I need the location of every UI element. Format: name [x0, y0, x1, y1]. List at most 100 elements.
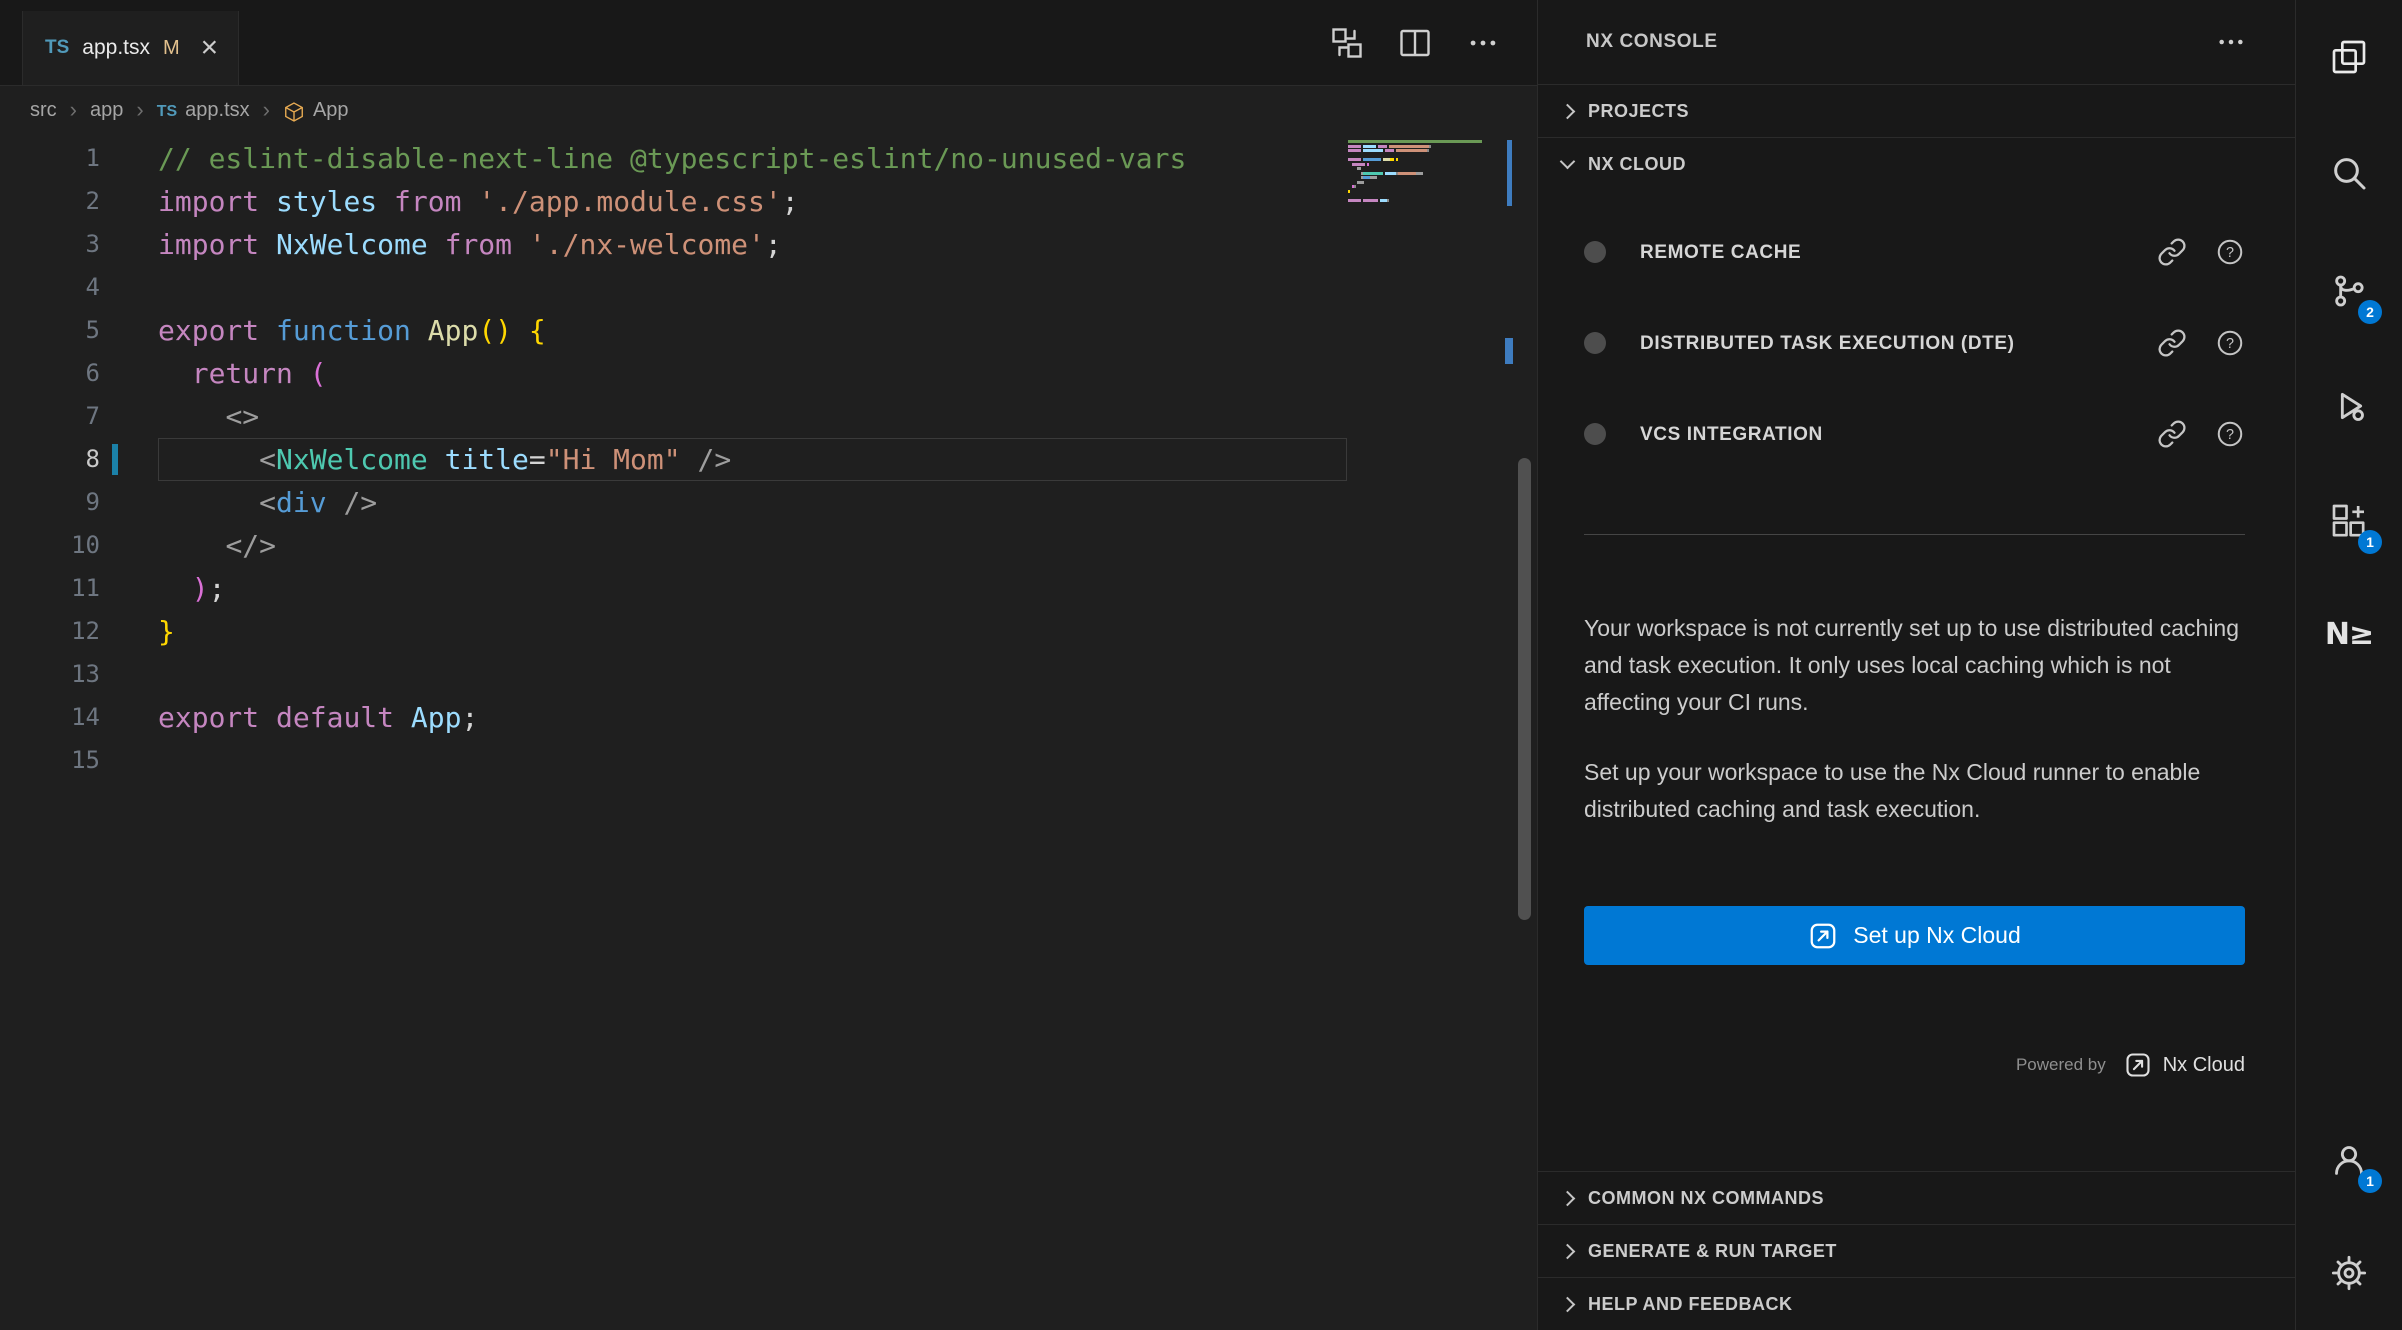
code-line-11[interactable]: );: [158, 567, 1347, 610]
code-line-14[interactable]: export default App;: [158, 696, 1347, 739]
code-lines: // eslint-disable-next-line @typescript-…: [158, 137, 1347, 782]
section-nx-cloud[interactable]: NX CLOUD: [1538, 137, 2295, 190]
line-number-1[interactable]: 1: [0, 137, 100, 180]
search-icon[interactable]: [2319, 143, 2379, 203]
status-dot-icon: [1584, 241, 1606, 263]
code-line-12[interactable]: }: [158, 610, 1347, 653]
setup-suggestion-text: Set up your workspace to use the Nx Clou…: [1584, 754, 2245, 828]
nx-console-icon[interactable]: N≥: [2319, 604, 2379, 664]
breadcrumb-app[interactable]: app: [90, 99, 123, 122]
svg-text:?: ?: [2226, 427, 2234, 443]
open-changes-icon[interactable]: [1327, 23, 1367, 63]
breadcrumb-separator: ›: [70, 97, 77, 123]
split-editor-icon[interactable]: [1395, 23, 1435, 63]
breadcrumb-src[interactable]: src: [30, 99, 57, 122]
editor-more-actions-icon[interactable]: [1463, 23, 1503, 63]
help-question-icon[interactable]: ?: [2215, 419, 2245, 449]
line-number-11[interactable]: 11: [0, 567, 100, 610]
nx-cloud-content: REMOTE CACHE ?: [1538, 190, 2295, 1079]
section-common-nx-commands[interactable]: COMMON NX COMMANDS: [1538, 1171, 2295, 1224]
code-line-15[interactable]: [158, 739, 1347, 782]
code-line-2[interactable]: import styles from './app.module.css';: [158, 180, 1347, 223]
code-line-13[interactable]: [158, 653, 1347, 696]
overview-ruler-cursor-mark: [1505, 338, 1513, 364]
editor-scrollbar[interactable]: [1518, 458, 1531, 920]
code-line-9[interactable]: <div />: [158, 481, 1347, 524]
typescript-file-icon: TS: [45, 37, 69, 59]
line-number-10[interactable]: 10: [0, 524, 100, 567]
line-number-15[interactable]: 15: [0, 739, 100, 782]
feature-remote-cache: REMOTE CACHE ?: [1584, 216, 2245, 288]
source-control-icon[interactable]: 2: [2319, 261, 2379, 321]
code-line-10[interactable]: </>: [158, 524, 1347, 567]
code-line-3[interactable]: import NxWelcome from './nx-welcome';: [158, 223, 1347, 266]
powered-by-row: Powered by Nx Cloud: [1584, 1051, 2245, 1079]
code-line-5[interactable]: export function App() {: [158, 309, 1347, 352]
chevron-right-icon: [1560, 103, 1576, 119]
bottom-sections: COMMON NX COMMANDS GENERATE & RUN TARGET…: [1538, 1171, 2295, 1330]
status-dot-icon: [1584, 332, 1606, 354]
symbol-cube-icon: [283, 101, 305, 123]
code-line-8[interactable]: <NxWelcome title="Hi Mom" />: [158, 438, 1347, 481]
section-label: PROJECTS: [1588, 101, 1689, 122]
nx-cloud-logo-icon: [2124, 1051, 2152, 1079]
close-tab-icon[interactable]: ×: [201, 33, 219, 63]
minimap[interactable]: [1348, 140, 1508, 208]
run-debug-icon[interactable]: [2319, 376, 2379, 436]
line-number-6[interactable]: 6: [0, 352, 100, 395]
line-number-5[interactable]: 5: [0, 309, 100, 352]
settings-gear-icon[interactable]: [2319, 1243, 2379, 1303]
setup-nx-cloud-button[interactable]: Set up Nx Cloud: [1584, 906, 2245, 965]
typescript-file-icon: TS: [157, 103, 177, 121]
connect-link-icon[interactable]: [2157, 237, 2187, 267]
section-label: COMMON NX COMMANDS: [1588, 1188, 1824, 1209]
section-label: GENERATE & RUN TARGET: [1588, 1241, 1837, 1262]
code-line-7[interactable]: <>: [158, 395, 1347, 438]
breadcrumb-symbol-app[interactable]: App: [313, 99, 349, 122]
connect-link-icon[interactable]: [2157, 328, 2187, 358]
help-question-icon[interactable]: ?: [2215, 237, 2245, 267]
setup-button-label: Set up Nx Cloud: [1853, 922, 2020, 949]
line-number-2[interactable]: 2: [0, 180, 100, 223]
chevron-right-icon: [1560, 1296, 1576, 1312]
feature-label: REMOTE CACHE: [1640, 234, 1801, 271]
breadcrumb-separator: ›: [136, 97, 143, 123]
feature-vcs-integration: VCS INTEGRATION ?: [1584, 398, 2245, 470]
panel-more-actions-icon[interactable]: [2215, 26, 2247, 58]
editor-area: TS app.tsx M ×: [0, 0, 1537, 1330]
section-projects[interactable]: PROJECTS: [1538, 84, 2295, 137]
line-number-12[interactable]: 12: [0, 610, 100, 653]
line-number-9[interactable]: 9: [0, 481, 100, 524]
line-number-8[interactable]: 8: [0, 438, 100, 481]
breadcrumb-file[interactable]: app.tsx: [185, 99, 249, 122]
workspace-status-text: Your workspace is not currently set up t…: [1584, 610, 2245, 721]
extensions-icon[interactable]: 1: [2319, 491, 2379, 551]
section-help-and-feedback[interactable]: HELP AND FEEDBACK: [1538, 1277, 2295, 1330]
brand-name: Nx Cloud: [2163, 1054, 2245, 1077]
editor-toolbar: [1327, 0, 1503, 86]
code-line-6[interactable]: return (: [158, 352, 1347, 395]
code-line-1[interactable]: // eslint-disable-next-line @typescript-…: [158, 137, 1347, 180]
breadcrumb: src › app › TS app.tsx › App: [0, 86, 1537, 134]
source-control-badge: 2: [2358, 300, 2382, 324]
account-icon[interactable]: 1: [2319, 1130, 2379, 1190]
code-line-4[interactable]: [158, 266, 1347, 309]
line-number-4[interactable]: 4: [0, 266, 100, 309]
line-number-3[interactable]: 3: [0, 223, 100, 266]
status-dot-icon: [1584, 423, 1606, 445]
svg-text:?: ?: [2226, 245, 2234, 261]
help-question-icon[interactable]: ?: [2215, 328, 2245, 358]
explorer-icon[interactable]: [2319, 27, 2379, 87]
line-number-14[interactable]: 14: [0, 696, 100, 739]
connect-link-icon[interactable]: [2157, 419, 2187, 449]
line-number-7[interactable]: 7: [0, 395, 100, 438]
vscode-window: TS app.tsx M ×: [0, 0, 2402, 1330]
line-number-13[interactable]: 13: [0, 653, 100, 696]
nx-cloud-brand[interactable]: Nx Cloud: [2124, 1051, 2245, 1079]
tab-app-tsx[interactable]: TS app.tsx M ×: [22, 11, 239, 85]
feature-dte: DISTRIBUTED TASK EXECUTION (DTE) ?: [1584, 288, 2245, 398]
feature-label: DISTRIBUTED TASK EXECUTION (DTE): [1640, 325, 2015, 362]
chevron-right-icon: [1560, 1243, 1576, 1259]
tab-filename: app.tsx: [82, 36, 150, 60]
section-generate-run-target[interactable]: GENERATE & RUN TARGET: [1538, 1224, 2295, 1277]
